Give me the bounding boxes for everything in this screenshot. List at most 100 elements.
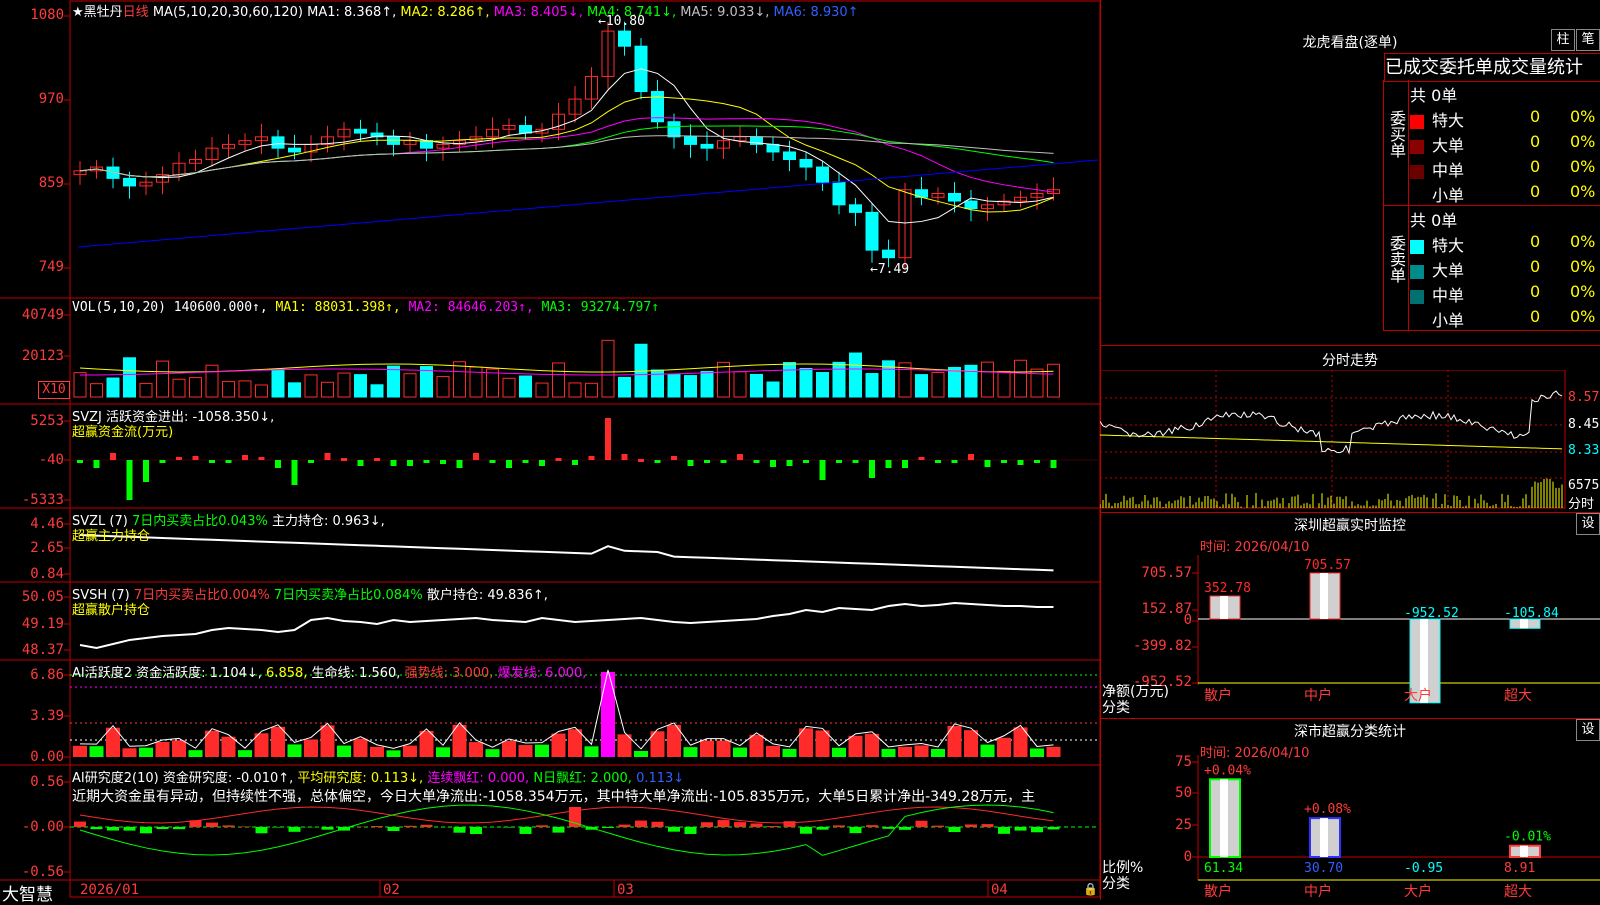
svzj-bar (737, 454, 743, 460)
volume-bar (223, 382, 235, 397)
candle (817, 167, 829, 182)
ma-params[interactable]: MA(5,10,20,30,60,120) (153, 5, 303, 20)
legend-swatch-icon (1410, 265, 1424, 279)
svzl-line (80, 535, 1054, 570)
ai-research-title[interactable]: AI研究度2(10) (72, 771, 159, 786)
high-price-marker: ←10.80 (598, 14, 645, 29)
vol-ma1: MA1: 88031.398↑, (276, 300, 401, 315)
svzj-bar (902, 460, 908, 468)
svsh-ratio1: 7日内买卖占比0.004% (134, 588, 270, 603)
ai-activity-title[interactable]: AI活跃度2 (72, 666, 132, 681)
buy-order-count: 0 (1530, 107, 1540, 126)
date-label-1: 2026/01 (80, 882, 139, 898)
research-bar (223, 825, 235, 827)
sz-class-settings-button[interactable]: 设 (1576, 719, 1600, 741)
svzj-bar (787, 460, 793, 466)
activity-bar (783, 749, 797, 757)
svzj-bar (259, 457, 265, 460)
volume-bar (338, 373, 350, 397)
research-bar (140, 827, 152, 833)
svzj-bar (704, 460, 710, 463)
research-bar (173, 827, 185, 829)
vol-title[interactable]: VOL(5,10,20) (72, 300, 166, 315)
buy-order-count: 0 (1530, 157, 1540, 176)
sell-total: 共 0单 (1410, 207, 1457, 231)
volume-bar (701, 372, 713, 397)
sz-bar-highlight (1320, 573, 1328, 619)
volume-bar (256, 385, 268, 397)
tick-view-button[interactable]: 笔 (1576, 29, 1600, 51)
research-bar (850, 827, 862, 833)
sell-order-row: 中单00% (1410, 282, 1600, 306)
volume-bar (982, 362, 994, 397)
favorite-star-icon[interactable]: ★ (72, 5, 84, 20)
research-bar (74, 822, 86, 827)
svzj-bar (523, 460, 529, 463)
volume-bar (91, 384, 103, 397)
research-bar (1015, 827, 1027, 831)
sz-bar-value: -952.52 (1404, 606, 1459, 621)
kline-ytick-3: 859 (0, 175, 64, 191)
activity-bar (865, 734, 879, 757)
ma6-value: MA6: 8.930↑ (774, 5, 859, 20)
research-bar (668, 827, 680, 832)
date-label-2: 02 (383, 882, 400, 898)
buy-order-name: 中单 (1432, 161, 1464, 180)
activity-bar (849, 736, 863, 757)
ma-line (80, 126, 1054, 177)
candle (883, 250, 895, 258)
res-ytick-3: -0.56 (0, 864, 64, 880)
svzj-bar (457, 460, 463, 468)
research-bar (982, 824, 994, 827)
buy-order-pct: 0% (1570, 182, 1595, 201)
candle (685, 137, 697, 145)
svzj-bar (688, 460, 694, 466)
volume-bar (734, 372, 746, 397)
vol-unit-badge[interactable]: X10 (38, 381, 70, 399)
svzj-bar (985, 460, 991, 467)
intraday-ytick-1: 8.57 (1568, 390, 1599, 405)
svzj-bar (539, 460, 545, 466)
activity-bar (816, 730, 830, 757)
activity-bar (172, 740, 186, 757)
sell-order-count: 0 (1530, 232, 1540, 251)
research-bar (998, 827, 1010, 834)
period-label[interactable]: 日线 (123, 5, 149, 20)
svzj-bar (160, 460, 166, 463)
lock-icon[interactable]: 🔒 (1083, 882, 1098, 896)
svzj-bar (325, 453, 331, 460)
svzj-bar (374, 458, 380, 461)
research-bar (503, 827, 515, 828)
sz-cat-label: 散户 (1204, 687, 1232, 704)
research-bar (421, 825, 433, 827)
volume-bar (305, 375, 317, 397)
brand-logo[interactable]: 大智慧 (2, 880, 53, 905)
svzj-bar (919, 457, 925, 460)
chart-area[interactable] (0, 0, 1100, 900)
intraday-chart[interactable] (1100, 370, 1600, 510)
activity-bar (931, 749, 945, 757)
intraday-avg-line (1100, 435, 1562, 449)
lhb-tab-header[interactable]: 已成交委托单成交量统计 (1384, 53, 1600, 82)
research-bar (767, 826, 779, 827)
sell-order-name: 大单 (1432, 261, 1464, 280)
stock-name[interactable]: 黑牡丹 (84, 5, 123, 20)
activity-bar (222, 737, 236, 757)
research-bar (734, 822, 746, 827)
svzj-bar (671, 456, 677, 460)
volume-bar (751, 374, 763, 397)
sz-monitor-settings-button[interactable]: 设 (1576, 513, 1600, 535)
column-view-button[interactable]: 柱 (1551, 29, 1575, 51)
research-bar (701, 822, 713, 827)
svzj-bar (572, 460, 578, 465)
activity-bar (717, 741, 731, 757)
cls-bar-value: 30.70 (1304, 861, 1343, 876)
svzj-bar (589, 456, 595, 460)
research-bar (635, 821, 647, 827)
cls-bar-highlight (1520, 846, 1528, 857)
candle (800, 160, 812, 168)
sz-axis-cat: 分类 (1102, 697, 1130, 717)
ai-activity-c: 生命线: 1.560, (312, 666, 401, 681)
svzj-bar (275, 460, 281, 468)
ai-activity-header: AI活跃度2 资金活跃度: 1.104↓, 6.858, 生命线: 1.560,… (72, 662, 586, 681)
